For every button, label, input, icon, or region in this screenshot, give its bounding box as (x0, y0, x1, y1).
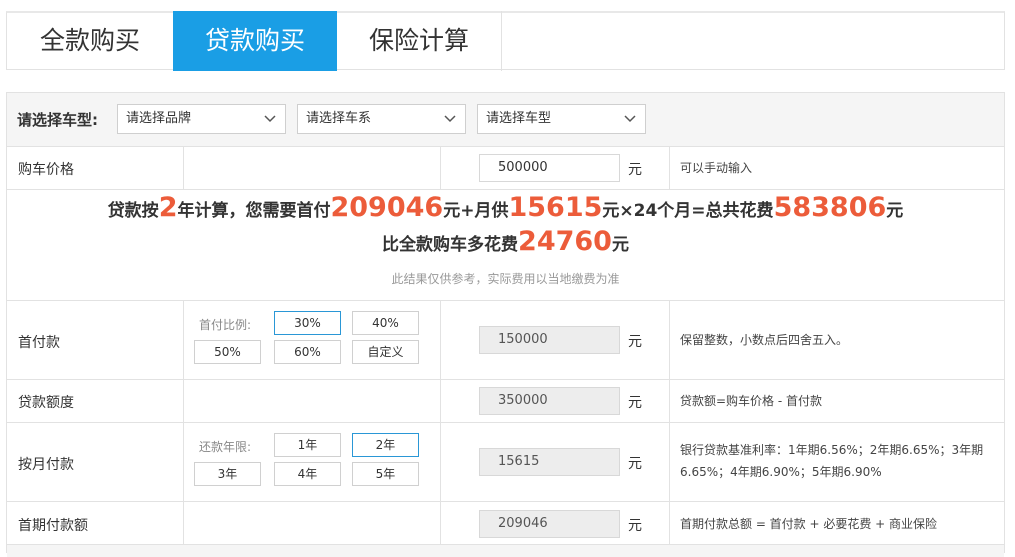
monthly-payment-row: 按月付款 还款年限: 1年 2年 3年 4年 5年 15615 元 银行贷款基准… (7, 423, 1004, 502)
result-down-payment: 209046 (330, 192, 444, 223)
tab-insurance-calc[interactable]: 保险计算 (337, 11, 502, 71)
down-option-60[interactable]: 60% (274, 340, 341, 364)
tab-loan-purchase[interactable]: 贷款购买 (173, 11, 337, 71)
price-unit: 元 (628, 162, 642, 178)
interest-rate-note-2: 6.65%；4年期6.90%；5年期6.90% (680, 465, 882, 479)
price-label: 购车价格 (18, 162, 74, 178)
loan-term-label: 还款年限: (199, 440, 252, 454)
result-summary: 贷款按2年计算，您需要首付209046元+月供15615元×24个月=总共花费5… (7, 190, 1004, 301)
brand-select[interactable]: 请选择品牌 (117, 104, 286, 134)
chevron-down-icon (264, 115, 276, 123)
car-select-label: 请选择车型: (17, 111, 98, 129)
down-payment-note: 保留整数，小数点后四舍五入。 (680, 333, 849, 347)
term-option-5y[interactable]: 5年 (352, 462, 419, 486)
result-extra-cost: 24760 (518, 226, 612, 257)
down-option-50[interactable]: 50% (194, 340, 261, 364)
result-text: 元×24个月=总共花费 (602, 201, 774, 221)
result-line-1: 贷款按2年计算，您需要首付209046元+月供15615元×24个月=总共花费5… (7, 192, 1004, 223)
term-option-3y[interactable]: 3年 (194, 462, 261, 486)
monthly-payment-unit: 元 (628, 456, 642, 472)
down-payment-row: 首付款 首付比例: 30% 40% 50% 60% 自定义 150000 元 保… (7, 301, 1004, 380)
loan-calculator: 请选择车型: 请选择品牌 请选择车系 请选择车型 购车价格 500000 元 可… (6, 92, 1005, 557)
down-option-40[interactable]: 40% (352, 311, 419, 335)
term-option-1y[interactable]: 1年 (274, 433, 341, 457)
down-option-custom[interactable]: 自定义 (352, 340, 419, 364)
price-note: 可以手动输入 (680, 161, 753, 175)
result-text: 贷款按 (107, 201, 159, 221)
first-payment-note: 首期付款总额 = 首付款 + 必要花费 + 商业保险 (680, 517, 938, 531)
term-option-2y[interactable]: 2年 (352, 433, 419, 457)
result-text: 元+月供 (443, 201, 509, 221)
result-total: 583806 (773, 192, 887, 223)
down-option-30[interactable]: 30% (274, 311, 341, 335)
first-payment-unit: 元 (628, 518, 642, 534)
first-payment-row: 首期付款额 209046 元 首期付款总额 = 首付款 + 必要花费 + 商业保… (7, 502, 1004, 545)
down-payment-label: 首付款 (18, 335, 60, 351)
down-ratio-label: 首付比例: (199, 318, 252, 332)
monthly-payment-label: 按月付款 (18, 457, 74, 473)
monthly-payment-value: 15615 (479, 448, 620, 476)
loan-amount-value: 350000 (479, 387, 620, 415)
loan-amount-row: 贷款额度 350000 元 贷款额=购车价格 - 首付款 (7, 380, 1004, 423)
term-option-4y[interactable]: 4年 (274, 462, 341, 486)
result-disclaimer: 此结果仅供参考，实际费用以当地缴费为准 (391, 272, 620, 286)
interest-rate-note-1: 银行贷款基准利率：1年期6.56%；2年期6.65%；3年期 (680, 443, 984, 457)
brand-select-value: 请选择品牌 (126, 111, 192, 126)
tab-full-payment[interactable]: 全款购买 (7, 11, 173, 71)
chevron-down-icon (444, 115, 456, 123)
purchase-tabs: 全款购买 贷款购买 保险计算 (6, 11, 1005, 71)
result-text: 元 (886, 201, 904, 221)
result-monthly: 15615 (508, 192, 603, 223)
down-payment-unit: 元 (628, 334, 642, 350)
first-payment-value: 209046 (479, 510, 620, 538)
loan-amount-label: 贷款额度 (18, 395, 74, 411)
model-select-value: 请选择车型 (486, 111, 552, 126)
car-select-row: 请选择车型: 请选择品牌 请选择车系 请选择车型 (7, 93, 1004, 147)
result-text: 年计算，您需要首付 (177, 201, 331, 221)
loan-amount-unit: 元 (628, 395, 642, 411)
first-payment-label: 首期付款额 (18, 518, 88, 534)
loan-amount-note: 贷款额=购车价格 - 首付款 (680, 394, 823, 408)
result-years: 2 (158, 192, 178, 223)
model-select[interactable]: 请选择车型 (477, 104, 646, 134)
chevron-down-icon (624, 115, 636, 123)
series-select-value: 请选择车系 (306, 111, 372, 126)
result-text: 元 (611, 235, 629, 255)
down-payment-value: 150000 (479, 326, 620, 354)
series-select[interactable]: 请选择车系 (297, 104, 466, 134)
price-input[interactable]: 500000 (479, 154, 620, 182)
result-text: 比全款购车多花费 (382, 235, 519, 255)
result-line-2: 比全款购车多花费24760元 (7, 226, 1004, 257)
price-row: 购车价格 500000 元 可以手动输入 (7, 147, 1004, 190)
table-footer (7, 545, 1004, 557)
